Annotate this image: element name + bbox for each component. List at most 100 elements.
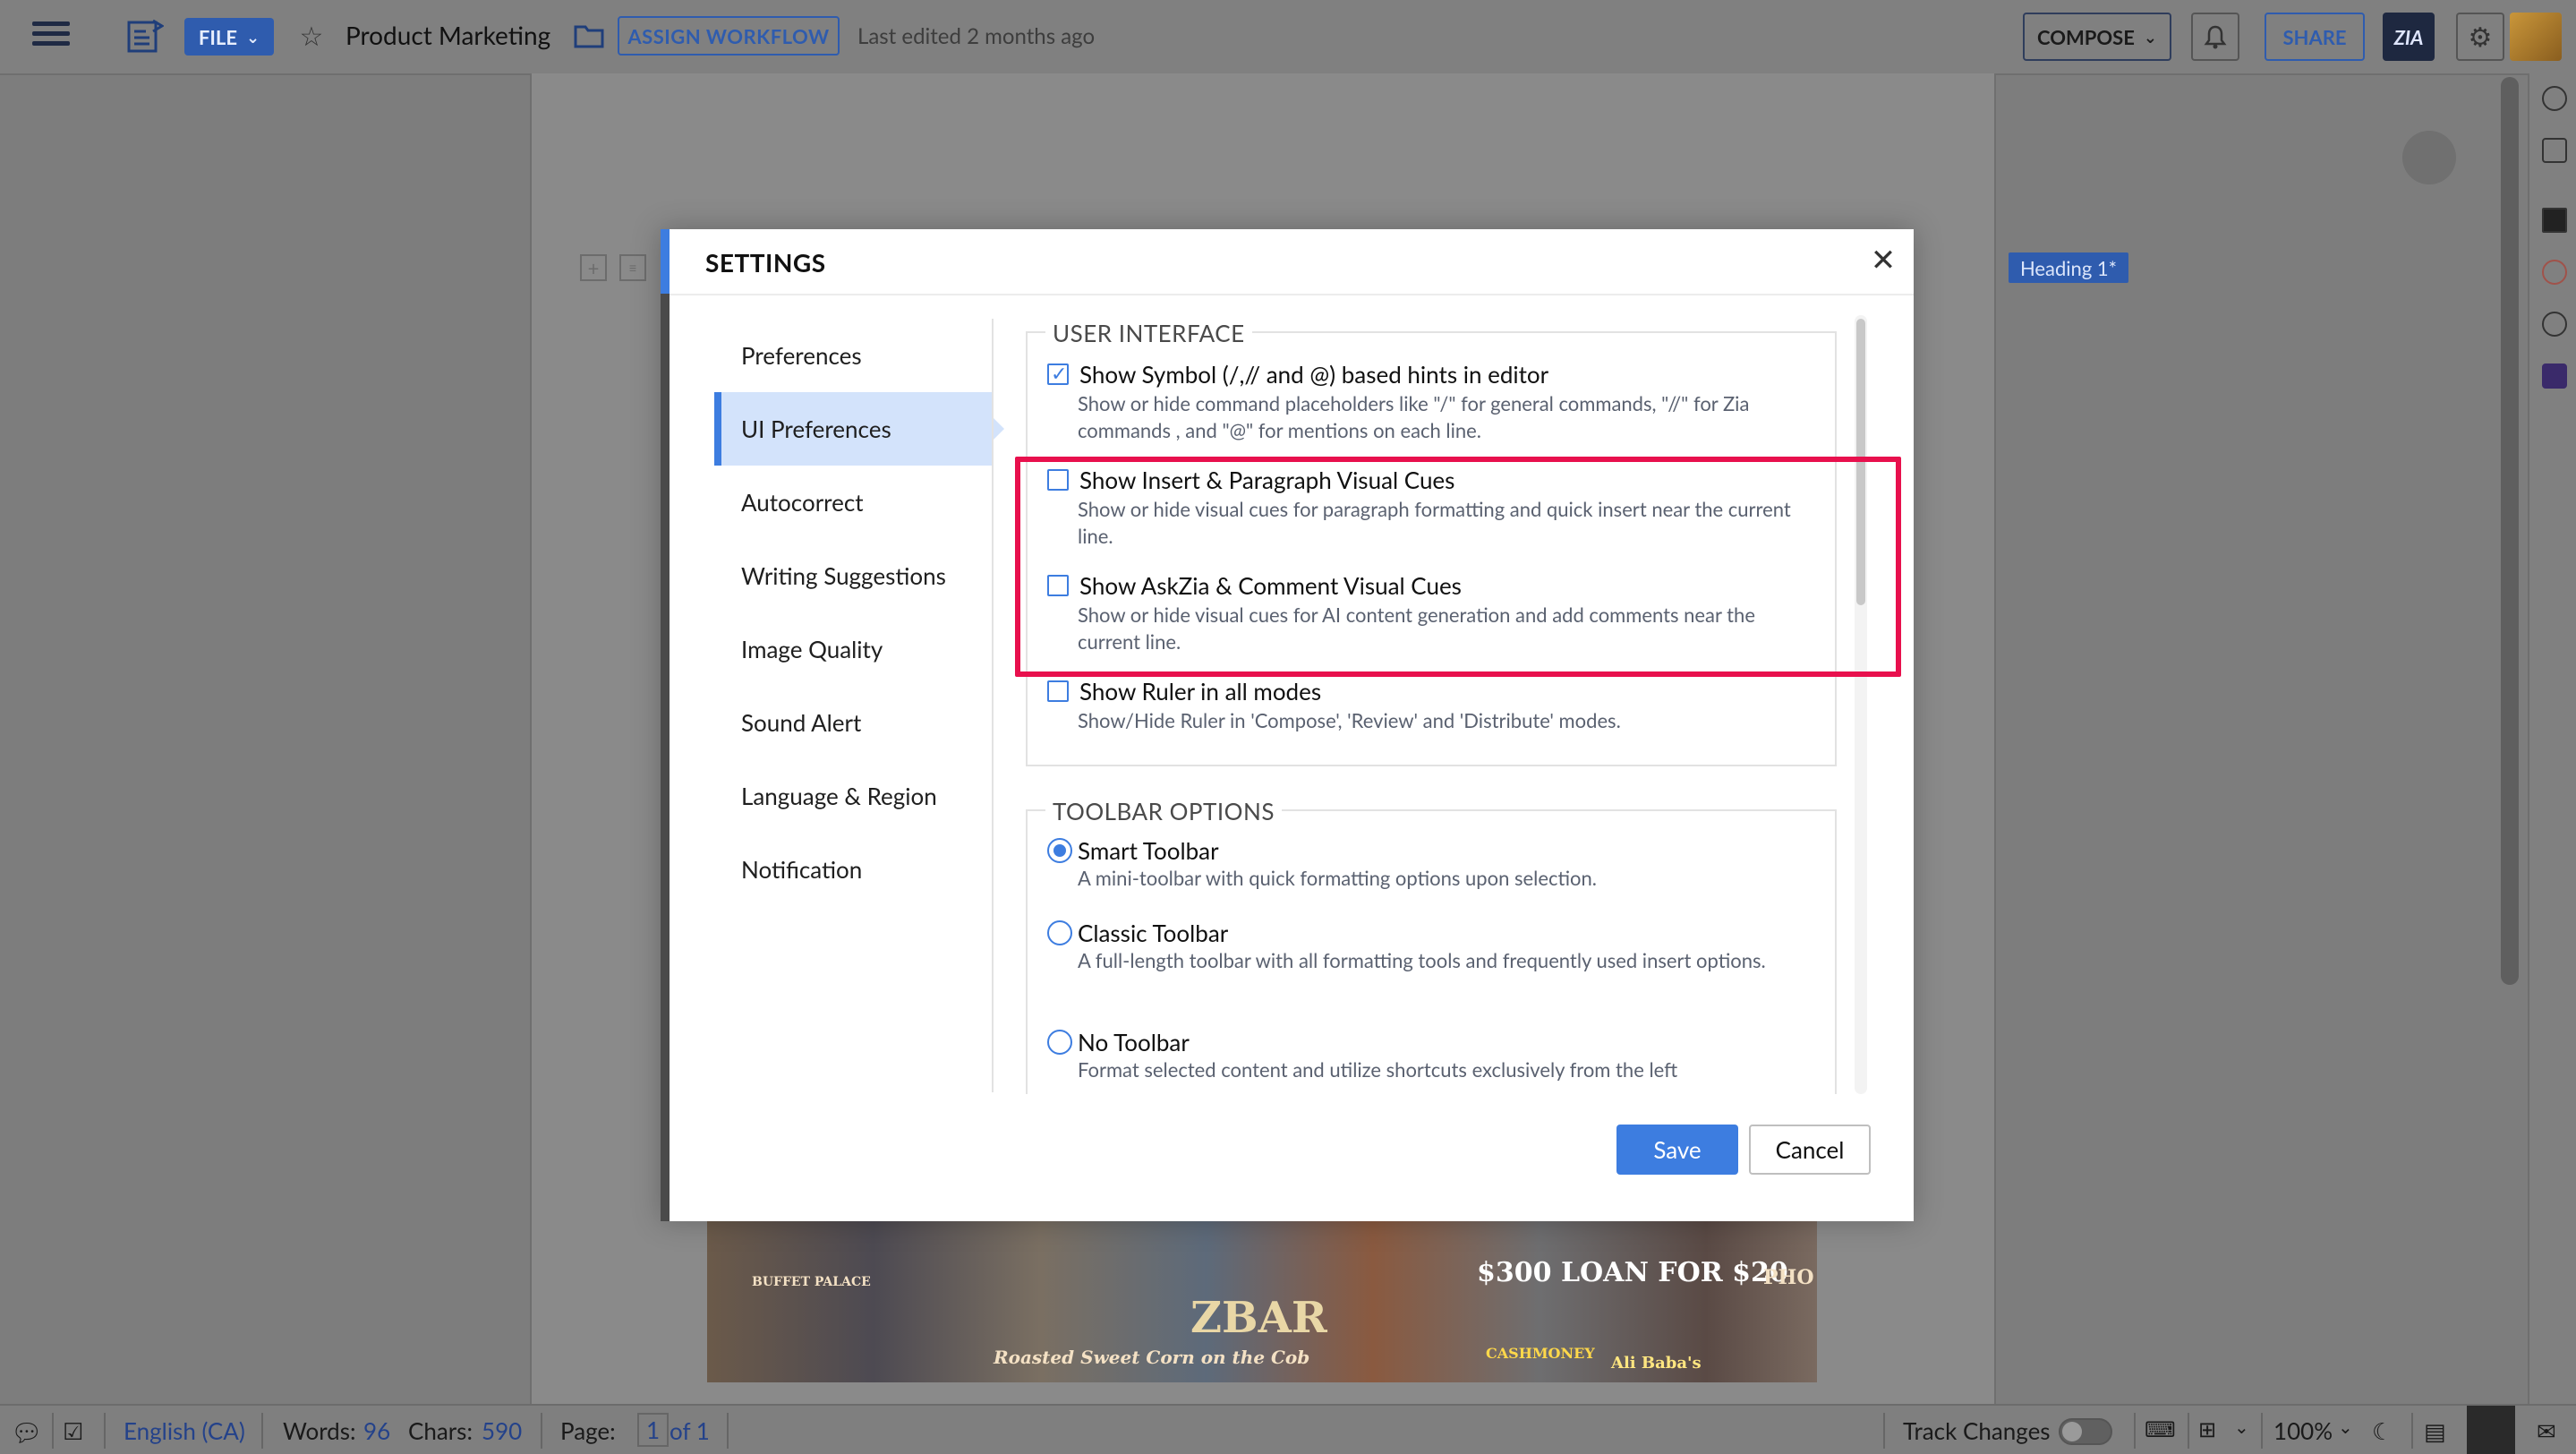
nav-item-sound-alert[interactable]: Sound Alert (714, 686, 992, 759)
chevron-down-icon[interactable]: ⌄ (2234, 1416, 2249, 1438)
option-title: Show Symbol (/,// and @) based hints in … (1079, 360, 1549, 389)
compose-label: COMPOSE (2037, 24, 2135, 49)
web-layout-icon[interactable]: ▤ (2424, 1416, 2446, 1446)
ruler-icon[interactable]: ⊞ (2198, 1416, 2216, 1442)
image-sign: ZBAR (1190, 1293, 1327, 1343)
nav-item-image-quality[interactable]: Image Quality (714, 612, 992, 686)
star-icon[interactable]: ☆ (295, 20, 328, 52)
track-changes-toggle[interactable] (2059, 1418, 2112, 1445)
right-side-rail (2528, 73, 2576, 1406)
settings-gear-button[interactable]: ⚙ (2456, 13, 2504, 61)
print-layout-button[interactable] (2467, 1406, 2515, 1454)
file-label: FILE (198, 24, 237, 49)
option-description: A full-length toolbar with all formattin… (1078, 948, 1766, 972)
paragraph-format-icon[interactable]: ≡ (619, 254, 646, 281)
chat-icon[interactable]: 💬︎ (11, 1416, 43, 1448)
language-selector[interactable]: English (CA) (124, 1416, 245, 1445)
section-legend: USER INTERFACE (1045, 319, 1252, 347)
nav-item-ui-preferences[interactable]: UI Preferences (714, 392, 1004, 466)
assign-workflow-button[interactable]: ASSIGN WORKFLOW (618, 16, 840, 56)
close-icon[interactable]: ✕ (1865, 241, 1901, 278)
nav-label: Language & Region (741, 782, 937, 810)
chars-label: Chars: (408, 1416, 473, 1445)
connect-icon[interactable] (2542, 260, 2567, 285)
extension-puzzle-icon[interactable] (2542, 364, 2567, 389)
highlight-annotation-box (1015, 457, 1901, 677)
cancel-button[interactable]: Cancel (1749, 1125, 1871, 1175)
option-description: Show or hide command placeholders like "… (1078, 391, 1750, 442)
nav-label: Sound Alert (741, 708, 862, 737)
toolbar-options-section: TOOLBAR OPTIONS Smart Toolbar A mini-too… (1026, 797, 1837, 1094)
spellcheck-icon[interactable]: ☑ (63, 1416, 83, 1446)
nav-item-preferences[interactable]: Preferences (714, 319, 992, 392)
zia-label: ZIA (2393, 24, 2424, 49)
last-edited-text: Last edited 2 months ago (857, 23, 1096, 49)
option-title: Classic Toolbar (1078, 919, 1229, 947)
zoom-level[interactable]: 100% (2273, 1416, 2333, 1445)
save-button[interactable]: Save (1616, 1125, 1738, 1175)
nav-label: Preferences (741, 341, 862, 370)
nav-item-notification[interactable]: Notification (714, 833, 992, 906)
option-title: Show Ruler in all modes (1079, 677, 1322, 706)
settings-dialog: SETTINGS ✕ Preferences UI Preferences Au… (661, 229, 1914, 1221)
nav-item-writing-suggestions[interactable]: Writing Suggestions (714, 539, 992, 612)
image-sign: Ali Baba's (1611, 1354, 1702, 1373)
option-description: A mini-toolbar with quick formatting opt… (1078, 866, 1597, 890)
page-number-input[interactable]: 1 (637, 1413, 670, 1447)
settings-content: USER INTERFACE Show Symbol (/,// and @) … (1010, 315, 1851, 1094)
chars-count: 590 (482, 1416, 523, 1445)
symbol-hints-checkbox[interactable] (1047, 361, 1069, 386)
chevron-down-icon: ⌄ (245, 26, 260, 47)
mail-icon[interactable]: ✉ (2537, 1416, 2556, 1446)
document-image[interactable]: BUFFET PALACE Roasted Sweet Corn on the … (707, 1221, 1817, 1382)
integration-icon[interactable] (2542, 208, 2567, 233)
image-sign: Roasted Sweet Corn on the Cob (994, 1347, 1310, 1368)
zia-button[interactable]: ZIA (2383, 13, 2435, 61)
user-avatar[interactable] (2510, 13, 2562, 61)
compose-mode-button[interactable]: COMPOSE ⌄ (2023, 13, 2171, 61)
nav-label: Autocorrect (741, 488, 864, 517)
nav-item-language-region[interactable]: Language & Region (714, 759, 992, 833)
option-description: Show/Hide Ruler in 'Compose', 'Review' a… (1078, 708, 1621, 732)
document-title[interactable]: Product Marketing (345, 20, 550, 50)
wordpress-icon[interactable] (2542, 312, 2567, 337)
document-icon[interactable] (125, 18, 165, 56)
nav-label: Image Quality (741, 635, 883, 663)
keyboard-icon[interactable]: ⌨ (2145, 1416, 2176, 1442)
panel-icon[interactable] (2542, 138, 2567, 163)
nav-label: UI Preferences (741, 415, 891, 443)
insert-plus-icon[interactable]: + (580, 254, 607, 281)
option-title: Smart Toolbar (1078, 836, 1219, 865)
nav-label: Writing Suggestions (741, 561, 946, 590)
nav-label: Notification (741, 855, 863, 884)
notification-bell-button[interactable] (2191, 13, 2239, 61)
dialog-header: SETTINGS ✕ (670, 229, 1914, 295)
dark-mode-moon-icon[interactable]: ☾ (2372, 1416, 2393, 1446)
image-sign: $300 LOAN FOR $20 (1477, 1257, 1788, 1288)
track-changes-label: Track Changes (1903, 1416, 2051, 1445)
smart-toolbar-radio[interactable] (1047, 838, 1072, 863)
classic-toolbar-radio[interactable] (1047, 920, 1072, 945)
file-menu-button[interactable]: FILE ⌄ (184, 18, 274, 56)
image-sign: CASHMONEY (1486, 1345, 1595, 1362)
gear-icon: ⚙ (2468, 20, 2493, 53)
no-toolbar-radio[interactable] (1047, 1030, 1072, 1055)
ruler-all-modes-checkbox[interactable] (1047, 680, 1069, 702)
heading-style-tag[interactable]: Heading 1* (2009, 252, 2128, 283)
nav-item-autocorrect[interactable]: Autocorrect (714, 466, 992, 539)
words-label: Words: (283, 1416, 356, 1445)
layout-toggle-button[interactable] (2402, 131, 2456, 184)
page-label: Page: (560, 1416, 616, 1445)
menu-icon[interactable] (32, 16, 70, 51)
image-sign: BUFFET PALACE (752, 1275, 871, 1289)
document-scrollbar[interactable] (2501, 77, 2519, 985)
chevron-down-icon[interactable]: ⌄ (2338, 1416, 2353, 1438)
share-button[interactable]: SHARE (2265, 13, 2365, 61)
top-toolbar: FILE ⌄ ☆ Product Marketing ASSIGN WORKFL… (0, 0, 2576, 75)
chevron-down-icon: ⌄ (2143, 26, 2157, 47)
folder-icon[interactable] (573, 20, 605, 52)
bell-icon (2204, 25, 2227, 49)
image-sign: PHO (1763, 1266, 1814, 1289)
option-description: Format selected content and utilize shor… (1078, 1057, 1678, 1082)
info-icon[interactable] (2542, 86, 2567, 111)
